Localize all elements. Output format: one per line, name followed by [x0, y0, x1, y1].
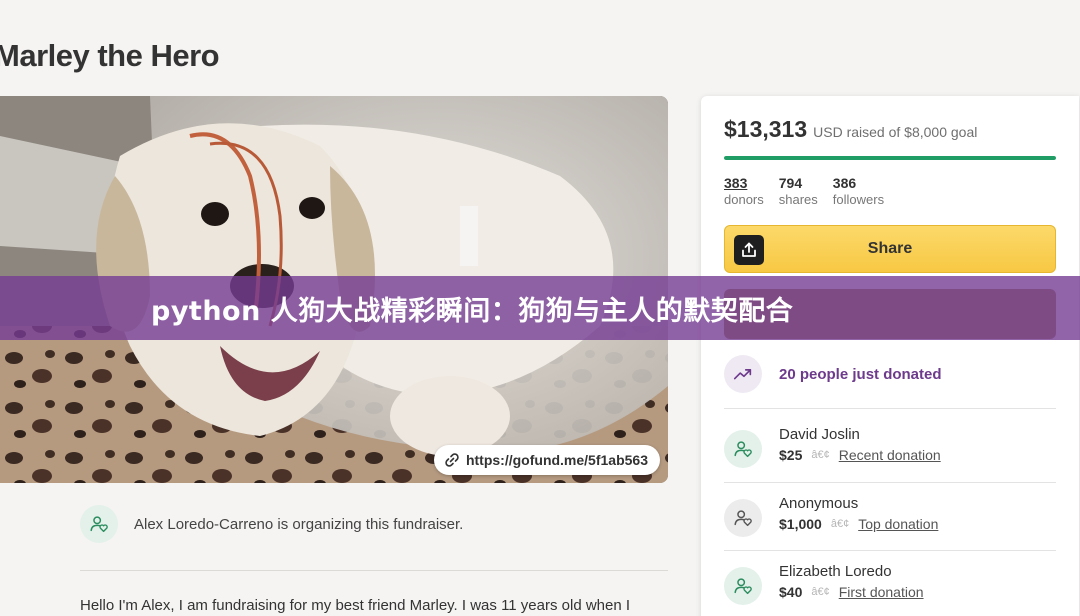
- donor-avatar: [724, 567, 762, 605]
- donation-card: $13,313 USD raised of $8,000 goal 383 do…: [701, 96, 1079, 616]
- donor-row: David Joslin $25 â€¢ Recent donation: [724, 426, 941, 468]
- stat-shares: 794 shares: [779, 175, 818, 207]
- person-heart-icon: [734, 510, 752, 527]
- stat-value: 386: [832, 175, 857, 191]
- donor-row: Elizabeth Loredo $40 â€¢ First donation: [724, 563, 924, 605]
- donor-amount: $1,000: [779, 516, 822, 532]
- overlay-title-banner: python 人狗大战精彩瞬间：狗狗与主人的默契配合: [0, 276, 1080, 340]
- separator: â€¢: [830, 518, 850, 530]
- stat-donors[interactable]: 383 donors: [724, 175, 764, 207]
- recent-donations-trend: 20 people just donated: [724, 355, 942, 393]
- trend-avatar: [724, 355, 762, 393]
- link-icon: [445, 453, 459, 467]
- share-upload-icon: [734, 235, 764, 265]
- organizer-text: Alex Loredo-Carreno is organizing this f…: [134, 515, 464, 533]
- organizer-avatar: [80, 505, 118, 543]
- donor-name: Elizabeth Loredo: [779, 563, 892, 580]
- trending-up-icon: [733, 369, 752, 380]
- goal-text: USD raised of $8,000 goal: [813, 124, 978, 140]
- person-heart-icon: [90, 516, 108, 533]
- row-divider: [724, 550, 1056, 551]
- share-button-label: Share: [867, 240, 913, 257]
- progress-bar: [724, 156, 1056, 160]
- separator: â€¢: [811, 449, 830, 461]
- donor-avatar: [724, 499, 762, 537]
- trend-text: 20 people just donated: [779, 365, 942, 383]
- share-link-chip[interactable]: https://gofund.me/5f1ab563: [433, 445, 660, 475]
- organizer-row: Alex Loredo-Carreno is organizing this f…: [80, 505, 668, 543]
- donor-row: Anonymous $1,000 â€¢ Top donation: [724, 495, 938, 537]
- stat-label: shares: [778, 192, 818, 207]
- stat-value: 794: [778, 175, 803, 191]
- person-heart-icon: [734, 441, 752, 458]
- page-title: Marley the Hero: [0, 38, 220, 73]
- donor-avatar: [724, 430, 762, 468]
- donation-tag-link[interactable]: Recent donation: [839, 447, 941, 463]
- separator: â€¢: [811, 586, 830, 598]
- organizer-divider: [80, 570, 668, 571]
- row-divider: [724, 408, 1056, 409]
- amount-raised: $13,313: [724, 116, 808, 142]
- donor-name: Anonymous: [779, 495, 859, 512]
- row-divider: [724, 482, 1056, 483]
- donor-name: David Joslin: [779, 426, 860, 443]
- banner-title: python 人狗大战精彩瞬间：狗狗与主人的默契配合: [151, 295, 794, 327]
- progress-bar-fill: [724, 156, 1056, 160]
- person-heart-icon: [734, 578, 752, 595]
- stats-row: 383 donors 794 shares 386 followers: [724, 175, 884, 207]
- story-text: Hello I'm Alex, I am fundraising for my …: [80, 597, 631, 614]
- donation-tag-link[interactable]: First donation: [839, 584, 924, 600]
- donor-amount: $25: [779, 447, 803, 463]
- stat-label: donors: [724, 192, 764, 207]
- share-link-text: https://gofund.me/5f1ab563: [465, 452, 648, 468]
- donor-amount: $40: [779, 584, 803, 600]
- amount-raised-row: $13,313 USD raised of $8,000 goal: [724, 116, 977, 143]
- donation-tag-link[interactable]: Top donation: [858, 516, 938, 532]
- stat-followers: 386 followers: [833, 175, 884, 207]
- stat-label: followers: [832, 192, 885, 207]
- share-button[interactable]: Share: [724, 225, 1056, 273]
- stat-value: 383: [724, 175, 748, 191]
